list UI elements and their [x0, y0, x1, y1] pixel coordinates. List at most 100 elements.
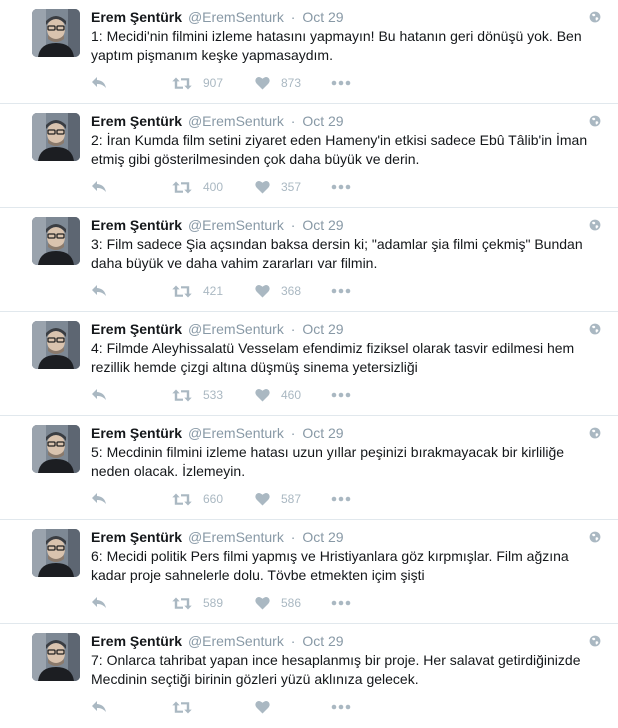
- tweet[interactable]: Erem Şentürk @EremSenturk · Oct 29 7: On…: [0, 624, 618, 728]
- retweet-button[interactable]: 589: [172, 593, 223, 613]
- more-icon: [331, 288, 351, 294]
- fullname[interactable]: Erem Şentürk: [91, 113, 182, 129]
- retweet-count: 589: [203, 596, 224, 610]
- retweet-button[interactable]: 907: [172, 73, 223, 93]
- timestamp[interactable]: Oct 29: [302, 113, 343, 129]
- separator-dot: ·: [290, 425, 296, 441]
- reply-button[interactable]: [91, 73, 107, 93]
- reply-icon: [92, 493, 106, 504]
- reply-icon: [92, 701, 106, 712]
- heart-icon: [255, 596, 270, 610]
- separator-dot: ·: [290, 217, 296, 233]
- reply-button[interactable]: [91, 489, 107, 509]
- globe-icon: [589, 531, 601, 543]
- more-button[interactable]: [331, 489, 351, 509]
- more-icon: [331, 600, 351, 606]
- retweet-button[interactable]: 421: [172, 281, 223, 301]
- avatar-image: [32, 529, 80, 577]
- more-button[interactable]: [331, 281, 351, 301]
- like-button[interactable]: [255, 697, 281, 717]
- tweet-text: 5: Mecdinin filmini izleme hatası uzun y…: [91, 444, 565, 479]
- tweet-text: 6: Mecidi politik Pers filmi yapmış ve H…: [91, 548, 569, 583]
- username[interactable]: @EremSenturk: [188, 425, 284, 441]
- retweet-button[interactable]: [172, 697, 203, 717]
- tweet-actions: 660 587: [91, 489, 611, 509]
- tweet-header: Erem Şentürk @EremSenturk · Oct 29: [91, 217, 344, 233]
- avatar-image: [32, 633, 80, 681]
- like-button[interactable]: 873: [255, 73, 301, 93]
- like-button[interactable]: 587: [255, 489, 301, 509]
- fullname[interactable]: Erem Şentürk: [91, 9, 182, 25]
- reply-icon: [92, 285, 106, 296]
- timestamp[interactable]: Oct 29: [302, 321, 343, 337]
- more-button[interactable]: [331, 697, 351, 717]
- avatar[interactable]: [32, 425, 80, 473]
- more-icon: [331, 496, 351, 502]
- retweet-icon: [172, 181, 192, 193]
- fullname[interactable]: Erem Şentürk: [91, 633, 182, 649]
- retweet-button[interactable]: 660: [172, 489, 223, 509]
- reply-button[interactable]: [91, 281, 107, 301]
- avatar[interactable]: [32, 9, 80, 57]
- separator-dot: ·: [290, 113, 296, 129]
- more-button[interactable]: [331, 385, 351, 405]
- username[interactable]: @EremSenturk: [188, 321, 284, 337]
- reply-icon: [92, 389, 106, 400]
- tweet[interactable]: Erem Şentürk @EremSenturk · Oct 29 6: Me…: [0, 520, 618, 624]
- fullname[interactable]: Erem Şentürk: [91, 321, 182, 337]
- tweet-header: Erem Şentürk @EremSenturk · Oct 29: [91, 9, 344, 25]
- username[interactable]: @EremSenturk: [188, 633, 284, 649]
- avatar[interactable]: [32, 529, 80, 577]
- like-button[interactable]: 368: [255, 281, 301, 301]
- tweet-actions: 589 586: [91, 593, 611, 613]
- globe-icon: [589, 219, 601, 231]
- tweet-text: 2: İran Kumda film setini ziyaret eden H…: [91, 132, 588, 167]
- timestamp[interactable]: Oct 29: [302, 425, 343, 441]
- timeline: Erem Şentürk @EremSenturk · Oct 29 1: Me…: [0, 0, 618, 728]
- separator-dot: ·: [290, 529, 296, 545]
- avatar[interactable]: [32, 321, 80, 369]
- fullname[interactable]: Erem Şentürk: [91, 425, 182, 441]
- like-button[interactable]: 460: [255, 385, 301, 405]
- avatar[interactable]: [32, 633, 80, 681]
- username[interactable]: @EremSenturk: [188, 113, 284, 129]
- tweet[interactable]: Erem Şentürk @EremSenturk · Oct 29 5: Me…: [0, 416, 618, 520]
- like-button[interactable]: 586: [255, 593, 301, 613]
- reply-icon: [92, 181, 106, 192]
- fullname[interactable]: Erem Şentürk: [91, 217, 182, 233]
- tweet[interactable]: Erem Şentürk @EremSenturk · Oct 29 2: İr…: [0, 104, 618, 208]
- like-button[interactable]: 357: [255, 177, 301, 197]
- username[interactable]: @EremSenturk: [188, 529, 284, 545]
- more-button[interactable]: [331, 177, 351, 197]
- globe-icon: [589, 427, 601, 439]
- avatar-image: [32, 9, 80, 57]
- avatar-image: [32, 217, 80, 265]
- reply-button[interactable]: [91, 593, 107, 613]
- fullname[interactable]: Erem Şentürk: [91, 529, 182, 545]
- reply-button[interactable]: [91, 177, 107, 197]
- separator-dot: ·: [290, 9, 296, 25]
- timestamp[interactable]: Oct 29: [302, 529, 343, 545]
- tweet[interactable]: Erem Şentürk @EremSenturk · Oct 29 1: Me…: [0, 0, 618, 104]
- globe-icon: [589, 115, 601, 127]
- reply-button[interactable]: [91, 385, 107, 405]
- retweet-button[interactable]: 400: [172, 177, 223, 197]
- avatar[interactable]: [32, 217, 80, 265]
- timestamp[interactable]: Oct 29: [302, 633, 343, 649]
- more-button[interactable]: [331, 73, 351, 93]
- tweet[interactable]: Erem Şentürk @EremSenturk · Oct 29 3: Fi…: [0, 208, 618, 312]
- username[interactable]: @EremSenturk: [188, 9, 284, 25]
- more-button[interactable]: [331, 593, 351, 613]
- timestamp[interactable]: Oct 29: [302, 217, 343, 233]
- timestamp[interactable]: Oct 29: [302, 9, 343, 25]
- tweet[interactable]: Erem Şentürk @EremSenturk · Oct 29 4: Fi…: [0, 312, 618, 416]
- reply-icon: [92, 597, 106, 608]
- retweet-icon: [172, 77, 192, 89]
- avatar[interactable]: [32, 113, 80, 161]
- username[interactable]: @EremSenturk: [188, 217, 284, 233]
- retweet-count: 907: [203, 76, 224, 90]
- tweet-text: 7: Onlarca tahribat yapan ince hesaplanm…: [91, 652, 581, 687]
- retweet-button[interactable]: 533: [172, 385, 223, 405]
- reply-button[interactable]: [91, 697, 107, 717]
- globe-icon: [589, 323, 601, 335]
